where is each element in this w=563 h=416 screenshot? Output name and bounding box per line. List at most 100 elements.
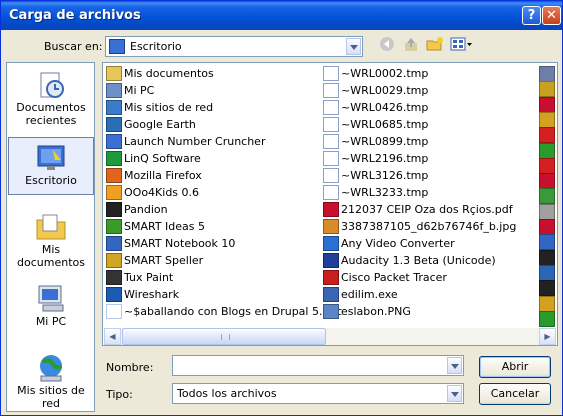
file-item[interactable]: Mis documentos: [104, 65, 319, 82]
file-item[interactable]: SMART Notebook 10: [104, 235, 319, 252]
title-bar[interactable]: Carga de archivos ? ✕: [1, 1, 562, 30]
file-item[interactable]: Tux Paint: [104, 269, 319, 286]
file-name: edilim.exe: [341, 288, 398, 301]
file-icon-partial[interactable]: [539, 234, 555, 251]
desktop-icon: [35, 142, 67, 174]
views-menu-icon[interactable]: [450, 36, 474, 56]
file-item[interactable]: Wireshark: [104, 286, 319, 303]
network-icon: [106, 100, 122, 115]
network-places-icon: [35, 352, 67, 384]
file-item[interactable]: Audacity 1.3 Beta (Unicode): [321, 252, 535, 269]
file-item[interactable]: eslabon.PNG: [321, 303, 535, 320]
recent-documents-icon: [35, 69, 67, 101]
file-item[interactable]: OOo4Kids 0.6: [104, 184, 319, 201]
file-item[interactable]: ~WRL0426.tmp: [321, 99, 535, 116]
file-item[interactable]: Launch Number Cruncher: [104, 133, 319, 150]
chevron-down-icon[interactable]: [447, 385, 462, 402]
file-item[interactable]: Cisco Packet Tracer: [321, 269, 535, 286]
file-icon-partial[interactable]: [539, 280, 555, 297]
place-recent-documents[interactable]: Documentos recientes: [8, 69, 94, 131]
file-item[interactable]: Google Earth: [104, 116, 319, 133]
file-icon-partial[interactable]: [539, 96, 555, 113]
close-icon[interactable]: ✕: [542, 6, 561, 25]
file-icon-partial[interactable]: [539, 249, 555, 266]
file-name: SMART Ideas 5: [124, 220, 206, 233]
cancel-button[interactable]: Cancelar: [479, 383, 551, 405]
file-icon-partial[interactable]: [539, 81, 555, 98]
file-icon-partial[interactable]: [539, 219, 555, 235]
file-item[interactable]: 3387387105_d62b76746f_b.jpg: [321, 218, 535, 235]
help-icon[interactable]: ?: [522, 6, 541, 25]
file-item[interactable]: ~WRL0029.tmp: [321, 82, 535, 99]
file-item[interactable]: ~WRL0685.tmp: [321, 116, 535, 133]
file-icon-partial[interactable]: [539, 157, 555, 174]
file-item[interactable]: Pandion: [104, 201, 319, 218]
back-arrow-icon[interactable]: [377, 36, 397, 56]
video-icon: [323, 236, 339, 251]
file-item[interactable]: Any Video Converter: [321, 235, 535, 252]
computer-icon: [106, 83, 122, 98]
file-name: Tux Paint: [124, 271, 174, 284]
file-item[interactable]: Mi PC: [104, 82, 319, 99]
file-item[interactable]: ~WRL0002.tmp: [321, 65, 535, 82]
file-item[interactable]: ~$aballando con Blogs en Drupal 5.doc: [104, 303, 342, 320]
place-my-documents[interactable]: Mis documentos: [8, 211, 94, 269]
tmp-icon: [323, 66, 339, 81]
exe-icon: [323, 287, 339, 302]
file-icon-partial[interactable]: [539, 203, 555, 220]
place-network[interactable]: Mis sitios de red: [8, 352, 94, 410]
lookin-combo[interactable]: Escritorio: [105, 36, 363, 57]
scrollbar-thumb[interactable]: [122, 328, 326, 345]
file-name: Wireshark: [124, 288, 180, 301]
file-name: Pandion: [124, 203, 168, 216]
file-icon-partial[interactable]: [539, 111, 555, 128]
place-label: Documentos recientes: [16, 101, 86, 127]
file-icon-partial[interactable]: [539, 310, 555, 327]
file-list[interactable]: Mis documentos Mi PC Mis sitios de red Goog…: [102, 62, 558, 346]
file-icon-partial[interactable]: [539, 173, 555, 190]
place-label: Mi PC: [35, 315, 67, 328]
smart-icon: [106, 236, 122, 251]
up-folder-icon[interactable]: [401, 36, 421, 56]
filename-input[interactable]: [172, 355, 464, 376]
place-my-computer[interactable]: Mi PC: [8, 283, 94, 333]
pandion-icon: [106, 202, 122, 217]
smart-icon: [106, 219, 122, 234]
file-icon-partial[interactable]: [539, 264, 555, 281]
file-name: SMART Notebook 10: [124, 237, 236, 250]
my-computer-icon: [35, 283, 67, 315]
new-folder-icon[interactable]: [425, 36, 445, 56]
lookin-label: Buscar en:: [44, 40, 103, 53]
file-item[interactable]: edilim.exe: [321, 286, 535, 303]
file-icon-partial[interactable]: [539, 127, 555, 144]
file-item[interactable]: ~WRL3233.tmp: [321, 184, 535, 201]
file-icon-partial[interactable]: [539, 142, 555, 159]
open-button[interactable]: Abrir: [479, 356, 551, 378]
file-item[interactable]: SMART Ideas 5: [104, 218, 319, 235]
file-item[interactable]: ~WRL2196.tmp: [321, 150, 535, 167]
file-item[interactable]: Mis sitios de red: [104, 99, 319, 116]
file-item[interactable]: Mozilla Firefox: [104, 167, 319, 184]
file-item[interactable]: 212037 CEIP Oza dos Rçios.pdf: [321, 201, 535, 218]
horizontal-scrollbar[interactable]: ◀ ▶: [104, 328, 556, 345]
filetype-label: Tipo:: [106, 388, 133, 401]
chevron-down-icon[interactable]: [447, 357, 462, 374]
filetype-select[interactable]: Todos los archivos: [172, 383, 464, 404]
file-icon-partial[interactable]: [539, 188, 555, 205]
file-item[interactable]: LinQ Software: [104, 150, 319, 167]
file-item[interactable]: ~WRL0899.tmp: [321, 133, 535, 150]
tmp-icon: [323, 100, 339, 115]
file-icon-partial[interactable]: [539, 66, 555, 82]
file-name: SMART Speller: [124, 254, 204, 267]
desktop-icon: [109, 39, 125, 54]
chevron-down-icon[interactable]: [346, 38, 361, 55]
file-item[interactable]: SMART Speller: [104, 252, 319, 269]
file-icon-partial[interactable]: [539, 295, 555, 312]
folder-docs-icon: [106, 66, 122, 81]
place-desktop[interactable]: Escritorio: [8, 137, 94, 195]
scroll-left-icon[interactable]: ◀: [104, 328, 121, 345]
file-name: ~WRL3233.tmp: [341, 186, 429, 199]
scroll-right-icon[interactable]: ▶: [539, 328, 556, 345]
tux-icon: [106, 270, 122, 285]
file-item[interactable]: ~WRL3126.tmp: [321, 167, 535, 184]
